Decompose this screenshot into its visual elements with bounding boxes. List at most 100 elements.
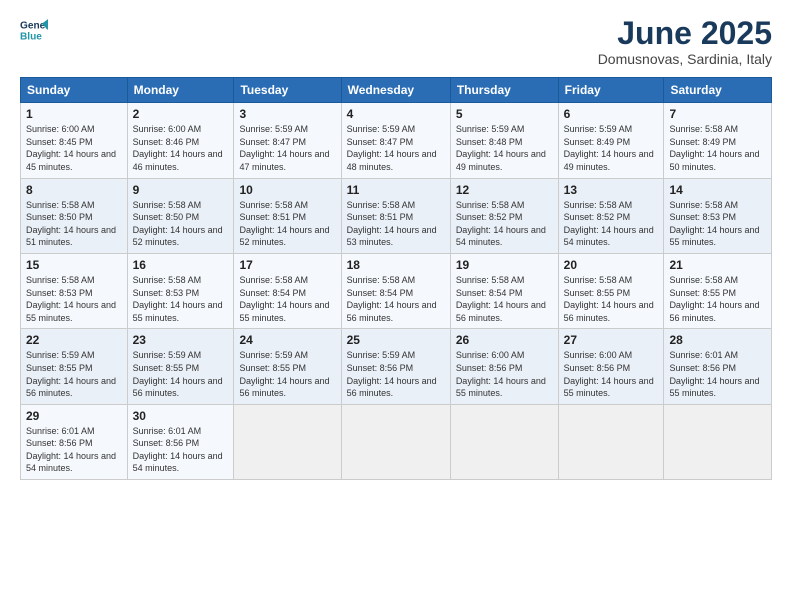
day-number: 7 [669, 107, 766, 121]
calendar-cell: 8 Sunrise: 5:58 AM Sunset: 8:50 PM Daylig… [21, 178, 128, 253]
cell-info: Sunrise: 6:00 AM Sunset: 8:56 PM Dayligh… [564, 349, 659, 399]
cell-info: Sunrise: 5:58 AM Sunset: 8:54 PM Dayligh… [347, 274, 445, 324]
day-number: 1 [26, 107, 122, 121]
calendar-cell: 22 Sunrise: 5:59 AM Sunset: 8:55 PM Dayli… [21, 329, 128, 404]
calendar-cell: 18 Sunrise: 5:58 AM Sunset: 8:54 PM Dayli… [341, 253, 450, 328]
cell-info: Sunrise: 6:01 AM Sunset: 8:56 PM Dayligh… [133, 425, 229, 475]
calendar-cell: 20 Sunrise: 5:58 AM Sunset: 8:55 PM Dayli… [558, 253, 664, 328]
day-number: 13 [564, 183, 659, 197]
day-number: 18 [347, 258, 445, 272]
cell-info: Sunrise: 5:59 AM Sunset: 8:47 PM Dayligh… [239, 123, 335, 173]
calendar-cell: 30 Sunrise: 6:01 AM Sunset: 8:56 PM Dayli… [127, 404, 234, 479]
calendar-cell: 25 Sunrise: 5:59 AM Sunset: 8:56 PM Dayli… [341, 329, 450, 404]
calendar-cell [558, 404, 664, 479]
weekday-wednesday: Wednesday [341, 78, 450, 103]
cell-info: Sunrise: 5:59 AM Sunset: 8:55 PM Dayligh… [239, 349, 335, 399]
calendar-cell: 17 Sunrise: 5:58 AM Sunset: 8:54 PM Dayli… [234, 253, 341, 328]
day-number: 23 [133, 333, 229, 347]
calendar-cell: 13 Sunrise: 5:58 AM Sunset: 8:52 PM Dayli… [558, 178, 664, 253]
calendar-week-4: 22 Sunrise: 5:59 AM Sunset: 8:55 PM Dayli… [21, 329, 772, 404]
cell-info: Sunrise: 6:00 AM Sunset: 8:45 PM Dayligh… [26, 123, 122, 173]
cell-info: Sunrise: 5:58 AM Sunset: 8:54 PM Dayligh… [456, 274, 553, 324]
calendar-cell: 10Sunrise: 5:58 AM Sunset: 8:51 PM Dayli… [234, 178, 341, 253]
cell-info: Sunrise: 6:00 AM Sunset: 8:46 PM Dayligh… [133, 123, 229, 173]
calendar-cell: 5 Sunrise: 5:59 AM Sunset: 8:48 PM Daylig… [450, 103, 558, 178]
weekday-monday: Monday [127, 78, 234, 103]
day-number: 30 [133, 409, 229, 423]
weekday-friday: Friday [558, 78, 664, 103]
page: General Blue June 2025 Domusnovas, Sardi… [0, 0, 792, 612]
day-number: 16 [133, 258, 229, 272]
day-number: 4 [347, 107, 445, 121]
day-number: 28 [669, 333, 766, 347]
day-number: 3 [239, 107, 335, 121]
calendar-cell: 21Sunrise: 5:58 AM Sunset: 8:55 PM Dayli… [664, 253, 772, 328]
day-number: 15 [26, 258, 122, 272]
cell-info: Sunrise: 5:59 AM Sunset: 8:47 PM Dayligh… [347, 123, 445, 173]
cell-info: Sunrise: 5:59 AM Sunset: 8:48 PM Dayligh… [456, 123, 553, 173]
cell-info: Sunrise: 5:58 AM Sunset: 8:50 PM Dayligh… [26, 199, 122, 249]
calendar-week-5: 29 Sunrise: 6:01 AM Sunset: 8:56 PM Dayli… [21, 404, 772, 479]
day-number: 25 [347, 333, 445, 347]
day-number: 22 [26, 333, 122, 347]
calendar-cell: 15 Sunrise: 5:58 AM Sunset: 8:53 PM Dayli… [21, 253, 128, 328]
calendar-cell [234, 404, 341, 479]
day-number: 29 [26, 409, 122, 423]
cell-info: Sunrise: 6:00 AM Sunset: 8:56 PM Dayligh… [456, 349, 553, 399]
calendar-week-1: 1 Sunrise: 6:00 AM Sunset: 8:45 PM Daylig… [21, 103, 772, 178]
day-number: 11 [347, 183, 445, 197]
calendar-cell [450, 404, 558, 479]
calendar-cell: 23 Sunrise: 5:59 AM Sunset: 8:55 PM Dayli… [127, 329, 234, 404]
cell-info: Sunrise: 5:58 AM Sunset: 8:52 PM Dayligh… [456, 199, 553, 249]
day-number: 8 [26, 183, 122, 197]
cell-info: Sunrise: 5:58 AM Sunset: 8:54 PM Dayligh… [239, 274, 335, 324]
cell-info: Sunrise: 5:58 AM Sunset: 8:49 PM Dayligh… [669, 123, 766, 173]
svg-text:General: General [20, 20, 48, 31]
cell-info: Sunrise: 5:59 AM Sunset: 8:55 PM Dayligh… [26, 349, 122, 399]
calendar-cell [341, 404, 450, 479]
calendar-cell: 16 Sunrise: 5:58 AM Sunset: 8:53 PM Dayli… [127, 253, 234, 328]
calendar-cell: 19 Sunrise: 5:58 AM Sunset: 8:54 PM Dayli… [450, 253, 558, 328]
day-number: 5 [456, 107, 553, 121]
calendar-cell: 27Sunrise: 6:00 AM Sunset: 8:56 PM Dayli… [558, 329, 664, 404]
calendar-cell: 26Sunrise: 6:00 AM Sunset: 8:56 PM Dayli… [450, 329, 558, 404]
calendar-week-2: 8 Sunrise: 5:58 AM Sunset: 8:50 PM Daylig… [21, 178, 772, 253]
calendar-cell: 7 Sunrise: 5:58 AM Sunset: 8:49 PM Daylig… [664, 103, 772, 178]
calendar-cell: 2Sunrise: 6:00 AM Sunset: 8:46 PM Daylig… [127, 103, 234, 178]
day-number: 20 [564, 258, 659, 272]
calendar-cell: 28 Sunrise: 6:01 AM Sunset: 8:56 PM Dayli… [664, 329, 772, 404]
title-block: June 2025 Domusnovas, Sardinia, Italy [598, 16, 772, 67]
cell-info: Sunrise: 5:58 AM Sunset: 8:52 PM Dayligh… [564, 199, 659, 249]
calendar-week-3: 15 Sunrise: 5:58 AM Sunset: 8:53 PM Dayli… [21, 253, 772, 328]
calendar-table: SundayMondayTuesdayWednesdayThursdayFrid… [20, 77, 772, 480]
day-number: 24 [239, 333, 335, 347]
cell-info: Sunrise: 5:58 AM Sunset: 8:51 PM Dayligh… [347, 199, 445, 249]
day-number: 10 [239, 183, 335, 197]
weekday-header-row: SundayMondayTuesdayWednesdayThursdayFrid… [21, 78, 772, 103]
weekday-thursday: Thursday [450, 78, 558, 103]
day-number: 19 [456, 258, 553, 272]
calendar-cell: 3 Sunrise: 5:59 AM Sunset: 8:47 PM Daylig… [234, 103, 341, 178]
logo: General Blue [20, 16, 48, 44]
calendar-cell: 29 Sunrise: 6:01 AM Sunset: 8:56 PM Dayli… [21, 404, 128, 479]
day-number: 21 [669, 258, 766, 272]
month-title: June 2025 [598, 16, 772, 51]
cell-info: Sunrise: 6:01 AM Sunset: 8:56 PM Dayligh… [669, 349, 766, 399]
calendar-cell: 6Sunrise: 5:59 AM Sunset: 8:49 PM Daylig… [558, 103, 664, 178]
weekday-tuesday: Tuesday [234, 78, 341, 103]
weekday-sunday: Sunday [21, 78, 128, 103]
calendar-cell: 24 Sunrise: 5:59 AM Sunset: 8:55 PM Dayli… [234, 329, 341, 404]
day-number: 17 [239, 258, 335, 272]
cell-info: Sunrise: 5:58 AM Sunset: 8:50 PM Dayligh… [133, 199, 229, 249]
cell-info: Sunrise: 5:58 AM Sunset: 8:55 PM Dayligh… [564, 274, 659, 324]
cell-info: Sunrise: 5:58 AM Sunset: 8:53 PM Dayligh… [133, 274, 229, 324]
calendar-cell: 4 Sunrise: 5:59 AM Sunset: 8:47 PM Daylig… [341, 103, 450, 178]
cell-info: Sunrise: 5:59 AM Sunset: 8:55 PM Dayligh… [133, 349, 229, 399]
cell-info: Sunrise: 5:59 AM Sunset: 8:56 PM Dayligh… [347, 349, 445, 399]
cell-info: Sunrise: 6:01 AM Sunset: 8:56 PM Dayligh… [26, 425, 122, 475]
logo-icon: General Blue [20, 16, 48, 44]
cell-info: Sunrise: 5:58 AM Sunset: 8:53 PM Dayligh… [26, 274, 122, 324]
weekday-saturday: Saturday [664, 78, 772, 103]
svg-text:Blue: Blue [20, 31, 42, 42]
calendar-cell: 9Sunrise: 5:58 AM Sunset: 8:50 PM Daylig… [127, 178, 234, 253]
